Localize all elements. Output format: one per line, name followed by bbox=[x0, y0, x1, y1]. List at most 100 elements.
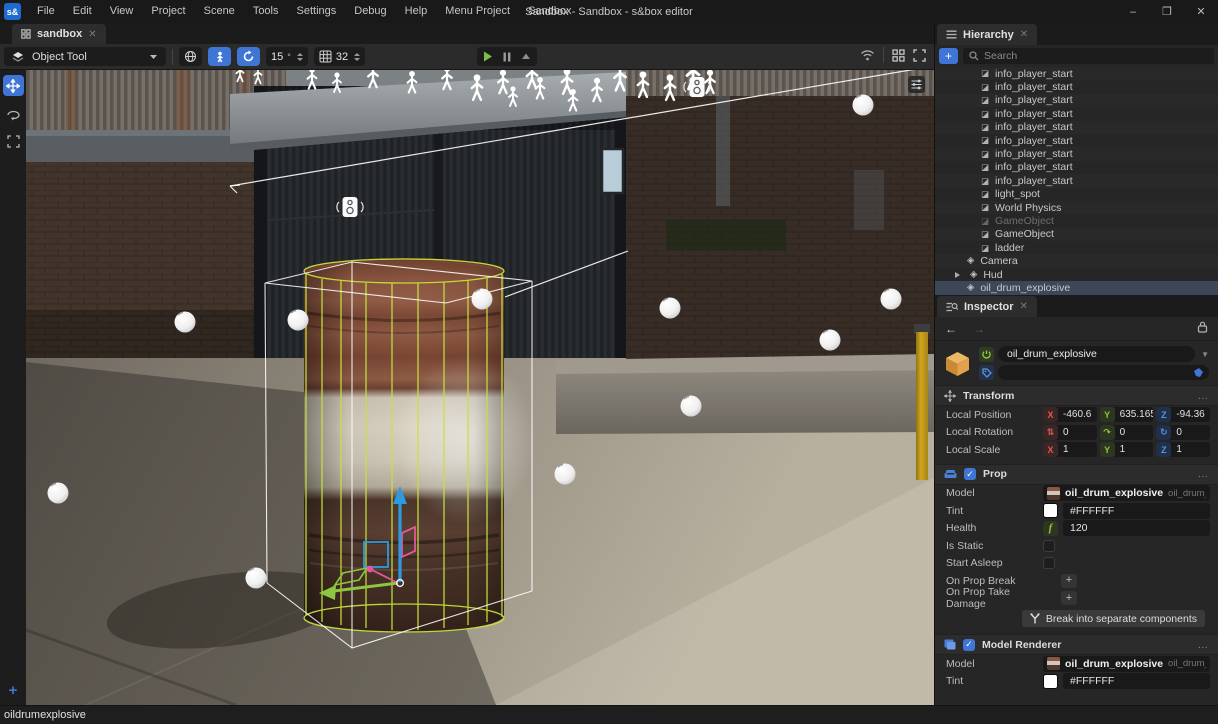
sphere-gizmo[interactable] bbox=[853, 95, 874, 116]
hierarchy-item-selected[interactable]: oil_drum_explosive bbox=[935, 281, 1218, 294]
tag-edit-icon[interactable] bbox=[1193, 367, 1204, 378]
pause-icon[interactable] bbox=[503, 52, 511, 62]
hierarchy-item[interactable]: info_player_start bbox=[935, 80, 1218, 93]
hierarchy-item[interactable]: light_spot bbox=[935, 188, 1218, 201]
hierarchy-item[interactable]: info_player_start bbox=[935, 147, 1218, 160]
rotation-roll-field[interactable]: ↻0 bbox=[1156, 425, 1210, 440]
health-value-field[interactable]: 120 bbox=[1063, 520, 1210, 536]
add-action-button[interactable]: + bbox=[1061, 591, 1077, 605]
hierarchy-item[interactable]: info_player_start bbox=[935, 121, 1218, 134]
position-y-field[interactable]: Y635.165 bbox=[1100, 407, 1154, 422]
tag-icon[interactable] bbox=[979, 365, 994, 380]
hierarchy-item[interactable]: info_player_start bbox=[935, 94, 1218, 107]
position-x-field[interactable]: X-460.6 bbox=[1043, 407, 1097, 422]
model-asset-field[interactable]: oil_drum_explosive oil_drum_explosive. bbox=[1043, 485, 1210, 501]
menu-menu-project[interactable]: Menu Project bbox=[436, 0, 519, 23]
menu-view[interactable]: View bbox=[101, 0, 143, 23]
hierarchy-item[interactable]: ladder bbox=[935, 241, 1218, 254]
forward-arrow-icon[interactable]: → bbox=[973, 322, 985, 336]
menu-project[interactable]: Project bbox=[142, 0, 194, 23]
rotation-snap-value[interactable]: 15 bbox=[271, 51, 283, 63]
tab-sandbox[interactable]: sandbox ✕ bbox=[12, 24, 106, 44]
menu-settings[interactable]: Settings bbox=[288, 0, 346, 23]
start-asleep-checkbox[interactable] bbox=[1043, 557, 1055, 569]
sphere-gizmo[interactable] bbox=[472, 289, 493, 310]
rotate-tool-button[interactable] bbox=[3, 103, 24, 124]
section-menu-icon[interactable]: … bbox=[1198, 639, 1210, 651]
world-space-button[interactable] bbox=[179, 47, 202, 66]
move-tool-button[interactable] bbox=[3, 75, 24, 96]
rotation-snap-button[interactable] bbox=[237, 47, 260, 66]
sphere-gizmo[interactable] bbox=[660, 298, 681, 319]
grid-snap-value[interactable]: 32 bbox=[336, 51, 348, 63]
scale-x-field[interactable]: X1 bbox=[1043, 442, 1097, 457]
tool-selector-dropdown[interactable]: Object Tool bbox=[4, 47, 166, 66]
tab-close-icon[interactable]: ✕ bbox=[1020, 29, 1028, 40]
hierarchy-searchbox[interactable] bbox=[963, 48, 1214, 64]
sphere-gizmo[interactable] bbox=[246, 568, 267, 589]
grid-snap-spinner[interactable] bbox=[354, 53, 360, 61]
hierarchy-item-disabled[interactable]: GameObject bbox=[935, 214, 1218, 227]
hierarchy-item[interactable]: info_player_start bbox=[935, 174, 1218, 187]
tint-color-swatch[interactable] bbox=[1043, 674, 1058, 689]
tint-value-field[interactable]: #FFFFFF bbox=[1063, 673, 1210, 689]
hierarchy-item[interactable]: info_player_start bbox=[935, 161, 1218, 174]
eject-icon[interactable] bbox=[521, 52, 531, 62]
restore-button[interactable]: ❐ bbox=[1150, 0, 1184, 23]
tint-value-field[interactable]: #FFFFFF bbox=[1063, 503, 1210, 519]
viewport-settings-icon[interactable] bbox=[908, 76, 925, 93]
sphere-gizmo[interactable] bbox=[820, 330, 841, 351]
model-renderer-section-header[interactable]: ✓ Model Renderer … bbox=[935, 634, 1218, 655]
menu-help[interactable]: Help bbox=[396, 0, 437, 23]
position-z-field[interactable]: Z-94.36 bbox=[1156, 407, 1210, 422]
add-action-button[interactable]: + bbox=[1061, 574, 1077, 588]
section-menu-icon[interactable]: … bbox=[1198, 390, 1210, 402]
sphere-gizmo[interactable] bbox=[881, 289, 902, 310]
menu-file[interactable]: File bbox=[28, 0, 64, 23]
sphere-gizmo[interactable] bbox=[555, 464, 576, 485]
rotation-snap-spinner[interactable] bbox=[297, 53, 303, 61]
transform-section-header[interactable]: Transform … bbox=[935, 385, 1218, 406]
menu-edit[interactable]: Edit bbox=[64, 0, 101, 23]
is-static-checkbox[interactable] bbox=[1043, 540, 1055, 552]
scene-3d-view[interactable] bbox=[26, 70, 934, 705]
menu-tools[interactable]: Tools bbox=[244, 0, 288, 23]
prop-section-header[interactable]: ✓ Prop … bbox=[935, 464, 1218, 485]
rotation-pitch-field[interactable]: ⇅0 bbox=[1043, 425, 1097, 440]
hierarchy-item[interactable]: GameObject bbox=[935, 228, 1218, 241]
model-asset-field[interactable]: oil_drum_explosive oil_drum_explosive. bbox=[1043, 656, 1210, 672]
scale-z-field[interactable]: Z1 bbox=[1156, 442, 1210, 457]
close-button[interactable]: ✕ bbox=[1184, 0, 1218, 23]
hierarchy-search-input[interactable] bbox=[984, 50, 1208, 62]
hierarchy-item[interactable]: World Physics bbox=[935, 201, 1218, 214]
section-menu-icon[interactable]: … bbox=[1198, 468, 1210, 480]
expand-arrow-icon[interactable] bbox=[955, 272, 960, 278]
hierarchy-item[interactable]: info_player_start bbox=[935, 134, 1218, 147]
enabled-toggle[interactable] bbox=[979, 347, 994, 362]
tint-color-swatch[interactable] bbox=[1043, 503, 1058, 518]
tags-input[interactable] bbox=[998, 365, 1209, 380]
hierarchy-item[interactable]: info_player_start bbox=[935, 67, 1218, 80]
hierarchy-item[interactable]: Camera bbox=[935, 254, 1218, 267]
chevron-down-icon[interactable]: ▼ bbox=[1201, 350, 1209, 359]
rotation-yaw-field[interactable]: ↷0 bbox=[1100, 425, 1154, 440]
add-object-button[interactable]: + bbox=[939, 48, 958, 64]
break-into-components-button[interactable]: Break into separate components bbox=[1022, 610, 1205, 627]
sphere-gizmo[interactable] bbox=[288, 310, 309, 331]
fullscreen-icon[interactable] bbox=[913, 49, 926, 62]
sphere-gizmo[interactable] bbox=[175, 312, 196, 333]
tab-hierarchy[interactable]: Hierarchy ✕ bbox=[937, 24, 1037, 45]
layout-grid-icon[interactable] bbox=[892, 49, 905, 62]
minimize-button[interactable]: – bbox=[1116, 0, 1150, 23]
model-renderer-enabled-checkbox[interactable]: ✓ bbox=[963, 639, 975, 651]
play-icon[interactable] bbox=[483, 51, 493, 62]
sphere-gizmo[interactable] bbox=[48, 483, 69, 504]
grid-snap-widget[interactable]: 32 bbox=[314, 47, 365, 66]
object-name-input[interactable]: oil_drum_explosive bbox=[998, 346, 1195, 362]
network-status-icon[interactable] bbox=[860, 49, 875, 61]
menu-debug[interactable]: Debug bbox=[345, 0, 395, 23]
tab-inspector[interactable]: Inspector ✕ bbox=[937, 296, 1037, 317]
tab-close-icon[interactable]: ✕ bbox=[1020, 301, 1028, 312]
lock-icon[interactable] bbox=[1197, 321, 1208, 336]
sphere-gizmo[interactable] bbox=[681, 396, 702, 417]
